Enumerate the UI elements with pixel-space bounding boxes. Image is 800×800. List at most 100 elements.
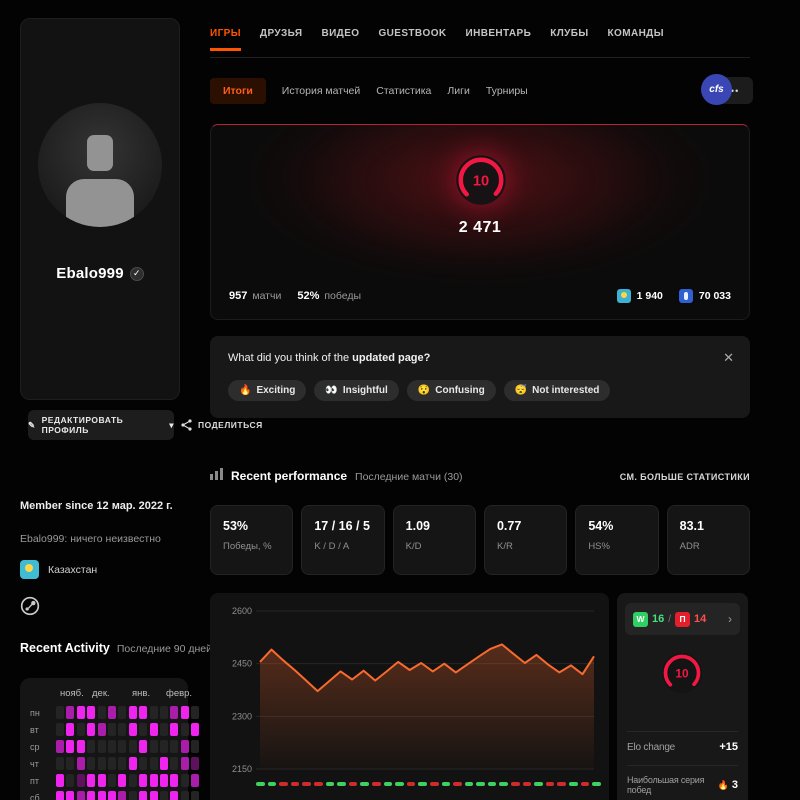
heatmap-cell[interactable] xyxy=(191,757,200,770)
heatmap-cell[interactable] xyxy=(118,723,127,736)
heatmap-cell[interactable] xyxy=(139,791,148,800)
heatmap-cell[interactable] xyxy=(97,774,106,787)
heatmap-cell[interactable] xyxy=(139,706,148,719)
heatmap-cell[interactable] xyxy=(87,706,96,719)
match-result-12[interactable] xyxy=(383,782,393,786)
heatmap-cell[interactable] xyxy=(170,757,179,770)
heatmap-cell[interactable] xyxy=(56,706,64,719)
match-result-29[interactable] xyxy=(580,782,590,786)
match-result-2[interactable] xyxy=(267,782,277,786)
match-result-9[interactable] xyxy=(348,782,358,786)
match-result-4[interactable] xyxy=(290,782,300,786)
heatmap-cell[interactable] xyxy=(159,723,168,736)
heatmap-cell[interactable] xyxy=(159,740,168,753)
heatmap-cell[interactable] xyxy=(97,706,106,719)
heatmap-cell[interactable] xyxy=(97,723,106,736)
heatmap-cell[interactable] xyxy=(87,757,96,770)
match-result-23[interactable] xyxy=(511,782,520,786)
heatmap-cell[interactable] xyxy=(118,706,127,719)
feedback-option-exciting[interactable]: 🔥 Exciting xyxy=(228,380,307,401)
heatmap-cell[interactable] xyxy=(56,774,64,787)
close-icon[interactable]: ✕ xyxy=(723,350,734,366)
heatmap-cell[interactable] xyxy=(180,757,189,770)
match-result-8[interactable] xyxy=(337,782,346,786)
heatmap-cell[interactable] xyxy=(66,757,75,770)
heatmap-cell[interactable] xyxy=(107,791,116,800)
heatmap-cell[interactable] xyxy=(191,774,200,787)
tab-friends[interactable]: ДРУЗЬЯ xyxy=(260,28,303,51)
heatmap-cell[interactable] xyxy=(118,757,127,770)
feedback-option-insightful[interactable]: 👀 Insightful xyxy=(314,380,399,401)
heatmap-cell[interactable] xyxy=(159,706,168,719)
match-result-1[interactable] xyxy=(256,782,265,786)
heatmap-cell[interactable] xyxy=(56,791,64,800)
subtab-tournaments[interactable]: Турниры xyxy=(486,85,528,97)
heatmap-cell[interactable] xyxy=(191,791,200,800)
heatmap-cell[interactable] xyxy=(128,740,137,753)
match-result-10[interactable] xyxy=(360,782,369,786)
heatmap-cell[interactable] xyxy=(149,791,158,800)
heatmap-cell[interactable] xyxy=(107,723,116,736)
subtab-summary[interactable]: Итоги xyxy=(210,78,266,104)
heatmap-cell[interactable] xyxy=(170,791,179,800)
heatmap-cell[interactable] xyxy=(76,774,85,787)
heatmap-cell[interactable] xyxy=(159,757,168,770)
tab-guestbook[interactable]: GUESTBOOK xyxy=(378,28,446,51)
heatmap-cell[interactable] xyxy=(107,774,116,787)
heatmap-cell[interactable] xyxy=(97,757,106,770)
heatmap-cell[interactable] xyxy=(170,740,179,753)
heatmap-cell[interactable] xyxy=(118,791,127,800)
heatmap-cell[interactable] xyxy=(159,791,168,800)
heatmap-cell[interactable] xyxy=(76,757,85,770)
feedback-option-confusing[interactable]: 😯 Confusing xyxy=(406,380,496,401)
heatmap-cell[interactable] xyxy=(118,774,127,787)
heatmap-cell[interactable] xyxy=(66,774,75,787)
tab-inventory[interactable]: ИНВЕНТАРЬ xyxy=(466,28,532,51)
game-icon-cfs[interactable]: cfs xyxy=(701,74,732,105)
heatmap-cell[interactable] xyxy=(128,757,137,770)
match-result-7[interactable] xyxy=(325,782,335,786)
match-result-26[interactable] xyxy=(545,782,555,786)
heatmap-cell[interactable] xyxy=(97,740,106,753)
win-loss-pill[interactable]: W 16 / П 14 › xyxy=(625,603,740,635)
heatmap-cell[interactable] xyxy=(149,774,158,787)
heatmap-cell[interactable] xyxy=(87,723,96,736)
match-result-28[interactable] xyxy=(569,782,578,786)
avatar[interactable] xyxy=(38,103,162,227)
tab-videos[interactable]: ВИДЕО xyxy=(321,28,359,51)
heatmap-cell[interactable] xyxy=(87,774,96,787)
heatmap-cell[interactable] xyxy=(139,757,148,770)
edit-profile-button[interactable]: ✎ РЕДАКТИРОВАТЬ ПРОФИЛЬ ▾ xyxy=(28,410,174,440)
match-result-3[interactable] xyxy=(279,782,288,786)
heatmap-cell[interactable] xyxy=(191,723,200,736)
heatmap-cell[interactable] xyxy=(128,774,137,787)
match-result-6[interactable] xyxy=(313,782,323,786)
match-result-13[interactable] xyxy=(395,782,404,786)
steam-icon[interactable] xyxy=(20,596,40,616)
heatmap-cell[interactable] xyxy=(180,723,189,736)
heatmap-cell[interactable] xyxy=(87,740,96,753)
heatmap-cell[interactable] xyxy=(180,740,189,753)
heatmap-cell[interactable] xyxy=(170,723,179,736)
heatmap-cell[interactable] xyxy=(170,774,179,787)
heatmap-cell[interactable] xyxy=(66,706,75,719)
tab-games[interactable]: ИГРЫ xyxy=(210,28,241,51)
match-result-21[interactable] xyxy=(487,782,497,786)
heatmap-cell[interactable] xyxy=(180,774,189,787)
heatmap-cell[interactable] xyxy=(76,706,85,719)
heatmap-cell[interactable] xyxy=(56,740,64,753)
heatmap-cell[interactable] xyxy=(191,740,200,753)
match-result-11[interactable] xyxy=(371,782,381,786)
heatmap-cell[interactable] xyxy=(97,791,106,800)
heatmap-cell[interactable] xyxy=(139,723,148,736)
match-result-15[interactable] xyxy=(418,782,427,786)
heatmap-cell[interactable] xyxy=(128,723,137,736)
subtab-stats[interactable]: Статистика xyxy=(376,85,431,97)
heatmap-cell[interactable] xyxy=(76,740,85,753)
match-result-25[interactable] xyxy=(534,782,543,786)
heatmap-cell[interactable] xyxy=(180,706,189,719)
match-result-16[interactable] xyxy=(429,782,439,786)
heatmap-cell[interactable] xyxy=(107,706,116,719)
heatmap-cell[interactable] xyxy=(76,791,85,800)
match-result-27[interactable] xyxy=(557,782,567,786)
